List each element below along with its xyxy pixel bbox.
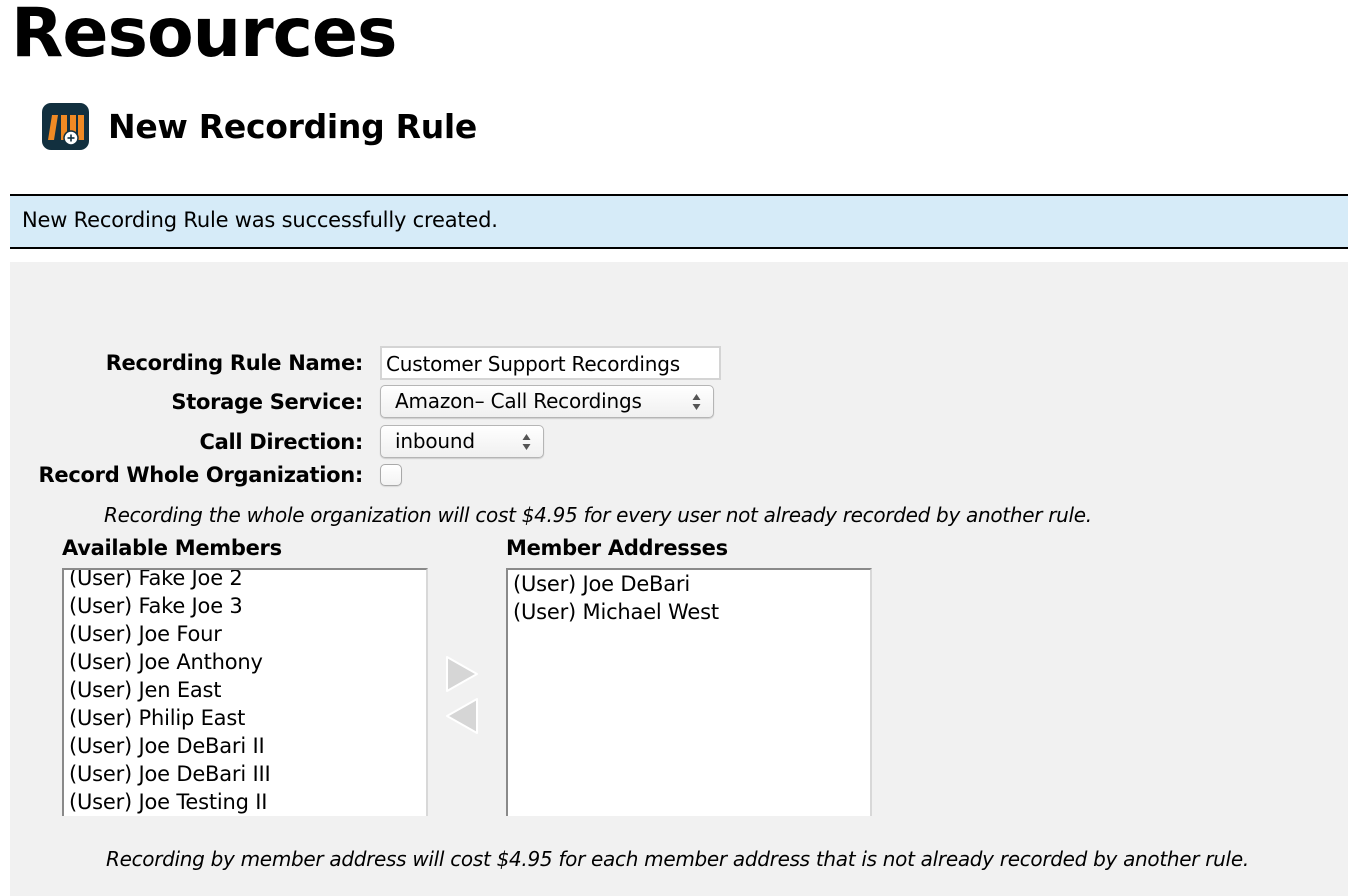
call-direction-label: Call Direction:	[199, 429, 364, 454]
list-item[interactable]: (User) Joe DeBari	[508, 570, 870, 598]
list-item[interactable]: (User) Joe Anthony	[64, 648, 426, 676]
select-updown-icon	[522, 434, 531, 450]
list-item[interactable]: (User) Jen East	[64, 676, 426, 704]
add-member-arrow-button[interactable]	[444, 654, 480, 694]
member-addresses-heading: Member Addresses	[506, 536, 728, 560]
recording-rule-form: Recording Rule Name: Storage Service: Am…	[10, 262, 1348, 896]
remove-member-arrow-button[interactable]	[444, 696, 480, 736]
list-item[interactable]: (User) Joe DeBari III	[64, 760, 426, 788]
list-item[interactable]: (User) Fake Joe 2	[64, 570, 426, 592]
call-direction-value: inbound	[395, 429, 475, 453]
storage-service-label: Storage Service:	[171, 389, 363, 414]
list-item[interactable]: (User) Michael West	[508, 598, 870, 626]
list-item[interactable]: (User) Joe Four	[64, 620, 426, 648]
list-item[interactable]: (User) Joe DeBari II	[64, 732, 426, 760]
member-cost-hint: Recording by member address will cost $4…	[106, 847, 1249, 871]
list-item[interactable]: (User) Joe Testing II	[64, 788, 426, 816]
sub-header: New Recording Rule	[42, 103, 477, 150]
call-direction-row: Call Direction: inbound	[10, 425, 544, 458]
whole-org-cost-hint: Recording the whole organization will co…	[104, 503, 1092, 527]
rule-name-label: Recording Rule Name:	[105, 351, 364, 375]
page-title: Resources	[11, 0, 398, 73]
rule-name-row: Recording Rule Name:	[10, 346, 721, 380]
page-subtitle: New Recording Rule	[108, 107, 478, 146]
call-direction-select[interactable]: inbound	[380, 425, 544, 458]
select-updown-icon	[692, 394, 701, 410]
storage-service-select[interactable]: Amazon– Call Recordings	[380, 385, 714, 418]
success-flash-message: New Recording Rule was successfully crea…	[10, 194, 1348, 249]
member-addresses-list[interactable]: (User) Joe DeBari (User) Michael West	[506, 568, 872, 816]
list-item[interactable]: (User) Fake Joe 3	[64, 592, 426, 620]
available-members-heading: Available Members	[62, 536, 282, 560]
rule-name-input[interactable]	[380, 346, 721, 380]
storage-service-row: Storage Service: Amazon– Call Recordings	[10, 385, 714, 418]
record-whole-org-checkbox[interactable]	[380, 464, 402, 486]
storage-service-value: Amazon– Call Recordings	[395, 389, 642, 413]
record-whole-org-label: Record Whole Organization:	[38, 463, 364, 487]
available-members-list[interactable]: (User) Fake Joe 2 (User) Fake Joe 3 (Use…	[62, 568, 428, 816]
list-item[interactable]: (User) Philip East	[64, 704, 426, 732]
record-whole-org-row: Record Whole Organization:	[10, 463, 402, 487]
recording-rule-icon	[42, 103, 89, 150]
